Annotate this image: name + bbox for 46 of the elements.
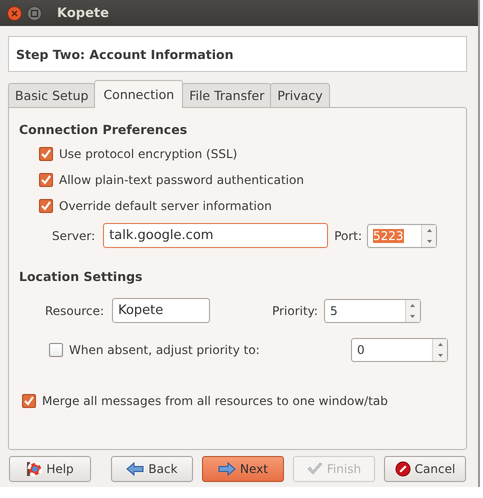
checkmark-icon — [306, 462, 323, 476]
field-label: Server: — [52, 228, 96, 242]
tab[interactable]: File Transfer — [182, 83, 272, 107]
checkbox-label[interactable]: Allow plain-text password authentication — [59, 173, 304, 187]
lifebuoy-icon — [26, 461, 42, 477]
field-label: Priority: — [272, 304, 318, 318]
spin-box[interactable]: 0 — [351, 338, 448, 362]
window-title: Kopete — [57, 6, 109, 20]
up-arrow-icon[interactable] — [426, 228, 432, 232]
field-label: Resource: — [45, 304, 104, 318]
back-button[interactable]: Back — [111, 456, 193, 482]
tab[interactable]: Basic Setup — [8, 83, 96, 107]
down-arrow-icon[interactable] — [426, 240, 432, 242]
checkbox[interactable] — [39, 147, 53, 161]
checkbox[interactable] — [49, 343, 63, 357]
tab[interactable]: Connection — [94, 80, 184, 108]
right-arrow-icon — [218, 462, 236, 476]
spin-value: 5 — [330, 304, 338, 318]
checkbox[interactable] — [39, 173, 53, 187]
up-arrow-icon[interactable] — [410, 304, 416, 306]
checkbox[interactable] — [22, 394, 36, 408]
spin-box[interactable]: 5 — [324, 298, 421, 322]
down-arrow-icon[interactable] — [410, 314, 416, 318]
section-heading: Location Settings — [19, 269, 144, 284]
section-heading: Connection Preferences — [19, 122, 188, 137]
up-arrow-icon[interactable] — [438, 343, 442, 346]
spin-value: 5223 — [373, 228, 404, 242]
server-field[interactable]: talk.google.com — [103, 223, 328, 248]
help-button[interactable]: Help — [9, 456, 91, 482]
cancel-button[interactable]: Cancel — [384, 456, 466, 482]
step-heading: Step Two: Account Information — [8, 36, 467, 72]
checkbox-label[interactable]: Override default server information — [59, 199, 272, 213]
tab[interactable]: Privacy — [270, 83, 330, 107]
close-icon[interactable] — [7, 6, 22, 20]
minimize-icon[interactable] — [27, 6, 42, 20]
checkbox[interactable] — [39, 199, 53, 213]
left-arrow-icon — [126, 462, 144, 476]
down-arrow-icon[interactable] — [438, 354, 442, 357]
spin-value: 0 — [357, 343, 365, 357]
checkbox-label[interactable]: Use protocol encryption (SSL) — [59, 147, 238, 161]
checkbox-label[interactable]: When absent, adjust priority to: — [69, 343, 260, 357]
next-button[interactable]: Next — [202, 456, 284, 482]
resource-field[interactable]: Kopete — [112, 298, 210, 323]
cancel-icon — [394, 461, 411, 477]
checkbox-label[interactable]: Merge all messages from all resources to one window/tab — [42, 394, 388, 408]
field-label: Port: — [334, 228, 362, 242]
